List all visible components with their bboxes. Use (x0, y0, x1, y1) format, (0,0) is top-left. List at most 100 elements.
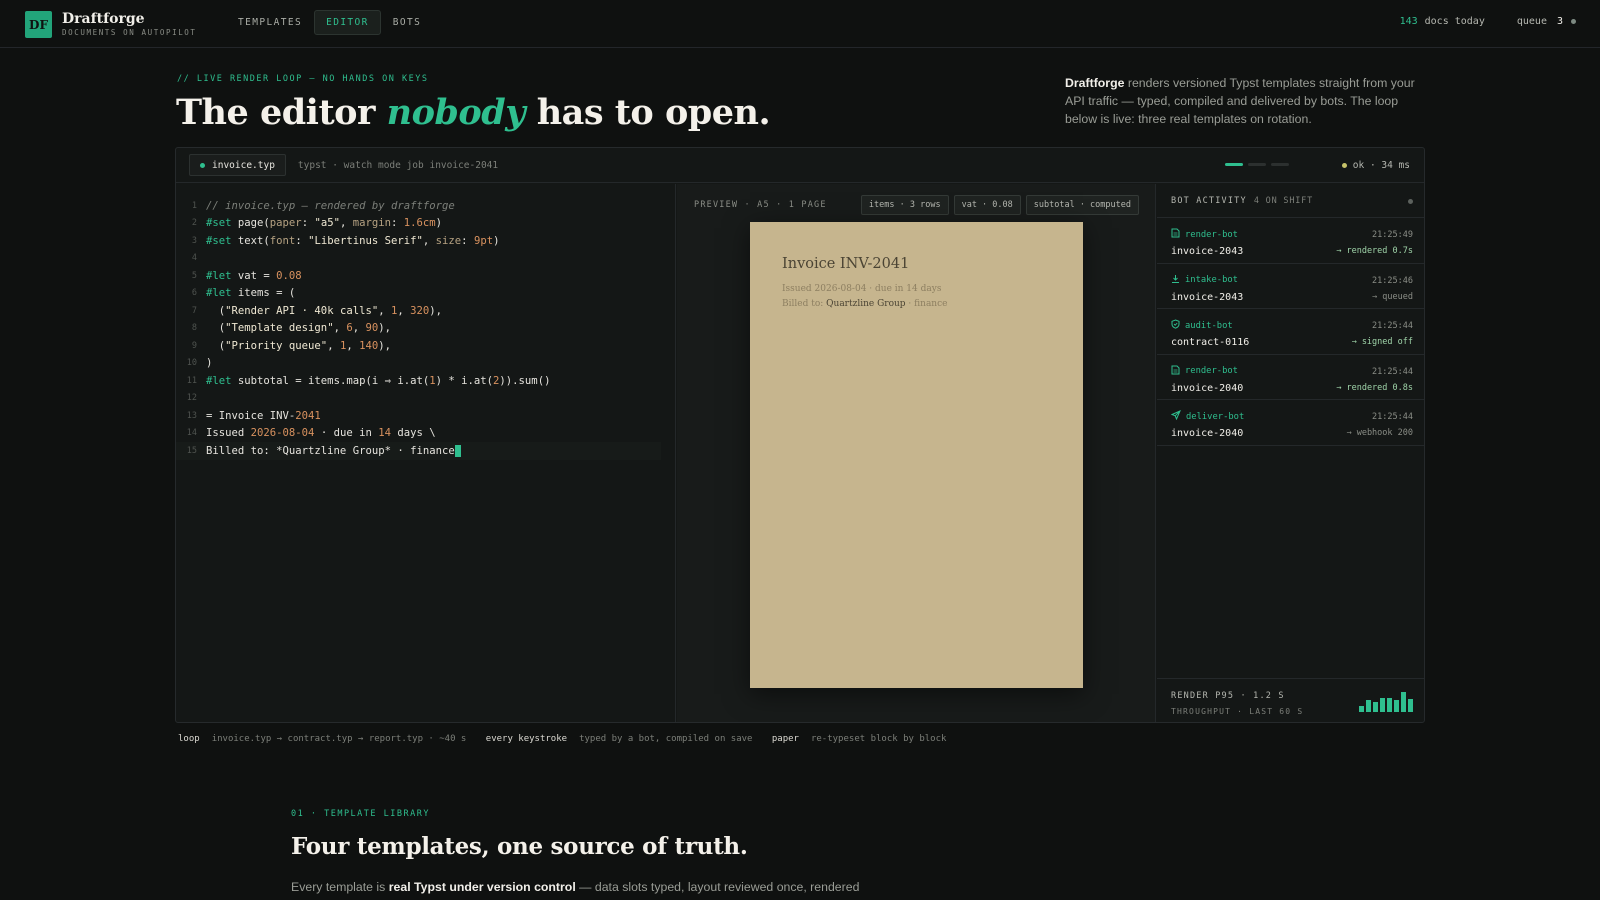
docs-label: docs today (1424, 16, 1485, 27)
bot-name-label: audit-bot (1185, 320, 1233, 331)
bot-status-dot (1408, 199, 1413, 204)
code-line: 7 ("Render API · 40k calls", 1, 320), (191, 304, 443, 317)
paper-issued: Issued 2026-08-04 · due in 14 days (782, 284, 942, 294)
paper-billed-name: Quartzline Group (826, 299, 906, 309)
bot-shift-count: 4 ON SHIFT (1253, 195, 1313, 206)
queue-label: queue (1516, 16, 1547, 27)
paper-label: paper (771, 734, 799, 744)
bot-footer: RENDER P95 · 1.2 S THROUGHPUT · LAST 60 … (1157, 678, 1424, 722)
brand-logo: DF (25, 11, 52, 38)
paper-title: Invoice INV-2041 (782, 256, 910, 272)
tab-editor[interactable]: EDITOR (314, 10, 381, 35)
paper-preview: Invoice INV-2041 Issued 2026-08-04 · due… (750, 222, 1083, 688)
section-body-pre: Every template is (291, 880, 389, 894)
pager-dot[interactable] (1225, 163, 1243, 166)
bot-activity-item[interactable]: render-bot 21:25:44 invoice-2040 → rendered… (1157, 355, 1424, 400)
file-status-dot (200, 162, 205, 168)
bot-name-label: intake-bot (1185, 275, 1238, 285)
hero-title-post: has to open. (525, 92, 771, 133)
pager-dot[interactable] (1271, 163, 1289, 166)
code-editor[interactable]: 1// invoice.typ — rendered by draftforge… (176, 184, 676, 722)
code-line: 2 #set page(paper: "a5", margin: 1.6cm) (191, 217, 443, 230)
bot-activity-item[interactable]: deliver-bot 21:25:44 invoice-2040 → webhook… (1157, 400, 1424, 446)
bot-name-label: deliver-bot (1186, 411, 1245, 422)
throughput-bar (1401, 692, 1406, 712)
file-tab-invoice[interactable]: invoice.typ (189, 154, 286, 176)
chip-items[interactable]: items · 3 rows (860, 195, 949, 215)
bot-result: → queued (1372, 291, 1413, 302)
loop-text: invoice.typ → contract.typ → report.typ … (211, 734, 467, 744)
send-icon (1170, 410, 1181, 423)
chip-vat[interactable]: vat · 0.08 (953, 195, 1021, 215)
top-stats: 143 docs today queue 3 (1400, 16, 1576, 27)
paper-billed-prefix: Billed to: (782, 299, 827, 309)
brand-tagline: DOCUMENTS ON AUTOPILOT (62, 28, 197, 38)
code-line-current: 15 Billed to: *Quartzline Group* · financ… (176, 442, 661, 460)
keystroke-label: every keystroke (485, 734, 568, 744)
hero-desc-brand: Draftforge (1065, 76, 1125, 90)
throughput-bar (1408, 699, 1413, 712)
loop-label: loop (178, 734, 200, 744)
bot-result: → rendered 0.7s (1336, 246, 1413, 256)
section-body: Every template is real Typst under versi… (291, 878, 911, 896)
throughput-sparkline (1359, 690, 1413, 712)
paper-billed: Billed to: Quartzline Group · finance (782, 299, 947, 309)
bot-name-label: render-bot (1185, 366, 1238, 376)
file-tab-label: invoice.typ (212, 159, 275, 171)
status-dot (1341, 163, 1347, 168)
tab-bots[interactable]: BOTS (385, 10, 429, 35)
bot-activity-item[interactable]: render-bot 21:25:49 invoice-2043 → rendered… (1157, 218, 1424, 264)
bot-activity-item[interactable]: intake-bot 21:25:46 invoice-2043 → queued (1157, 264, 1424, 309)
bot-time: 21:25:46 (1372, 275, 1413, 286)
section-body-bold: real Typst under version control (388, 880, 576, 894)
bot-activity-list: render-bot 21:25:49 invoice-2043 → rendered… (1157, 218, 1424, 446)
bot-activity-item[interactable]: audit-bot 21:25:44 contract-0116 → signed o… (1157, 309, 1424, 355)
section-eyebrow: 01 · TEMPLATE LIBRARY (291, 809, 430, 819)
throughput-bar (1359, 706, 1364, 712)
preview-pane: PREVIEW · A5 · 1 PAGE items · 3 rows vat… (677, 184, 1156, 722)
hero-title-pre: The editor (176, 92, 387, 133)
brand-name: Draftforge (62, 11, 145, 28)
throughput-bar (1373, 702, 1378, 712)
code-line: 3 #set text(font: "Libertinus Serif", siz… (191, 234, 500, 247)
section-body-post: — data slots typed, layout reviewed once… (575, 880, 860, 894)
tab-templates[interactable]: TEMPLATES (230, 10, 310, 35)
docs-count: 143 (1399, 16, 1418, 27)
throughput-bar (1366, 700, 1371, 712)
brand[interactable]: DF Draftforge DOCUMENTS ON AUTOPILOT (25, 11, 197, 38)
document-icon (1171, 228, 1180, 241)
code-line: 5 #let vat = 0.08 (191, 269, 302, 282)
paper-text: re-typeset block by block (810, 734, 947, 744)
editor-meta: typst · watch mode job invoice-2041 (297, 159, 499, 171)
shield-icon (1171, 319, 1180, 332)
hero-eyebrow: // LIVE RENDER LOOP — NO HANDS ON KEYS (177, 74, 429, 84)
hero-description: Draftforge renders versioned Typst templ… (1065, 74, 1425, 128)
code-line: 12 (186, 393, 197, 404)
code-line: 10) (186, 357, 213, 370)
bot-result: → webhook 200 (1346, 428, 1413, 438)
bot-result: → signed off (1351, 337, 1413, 347)
bot-result: → rendered 0.8s (1336, 382, 1413, 393)
bot-time: 21:25:44 (1372, 366, 1413, 377)
keystroke-text: typed by a bot, compiled on save (579, 734, 753, 744)
loop-caption: loop invoice.typ → contract.typ → report.… (178, 734, 946, 744)
bot-activity-header: BOT ACTIVITY 4 ON SHIFT (1157, 184, 1424, 218)
bot-time: 21:25:44 (1372, 321, 1413, 331)
code-line: 14 Issued 2026-08-04 · due in 14 days \ (186, 427, 436, 440)
code-line: 8 ("Template design", 6, 90), (191, 322, 392, 335)
code-line: 11 #let subtotal = items.map(i ⇒ i.at(1) … (186, 374, 551, 387)
queue-count: 3 (1556, 16, 1563, 27)
bot-activity-pane: BOT ACTIVITY 4 ON SHIFT render-bot 21:25:… (1157, 184, 1424, 722)
throughput-bar (1380, 698, 1385, 712)
bot-time: 21:25:44 (1372, 412, 1413, 422)
code-line: 4 (191, 253, 197, 264)
document-icon (1171, 365, 1180, 378)
bot-time: 21:25:49 (1372, 230, 1413, 240)
bot-activity-title: BOT ACTIVITY (1171, 195, 1247, 206)
section-title: Four templates, one source of truth. (291, 833, 748, 860)
chip-subtotal[interactable]: subtotal · computed (1025, 195, 1139, 215)
pager-dot[interactable] (1248, 163, 1266, 166)
throughput-bar (1387, 698, 1392, 712)
bot-name-label: render-bot (1185, 229, 1238, 240)
status-text: ok · 34 ms (1352, 160, 1410, 171)
